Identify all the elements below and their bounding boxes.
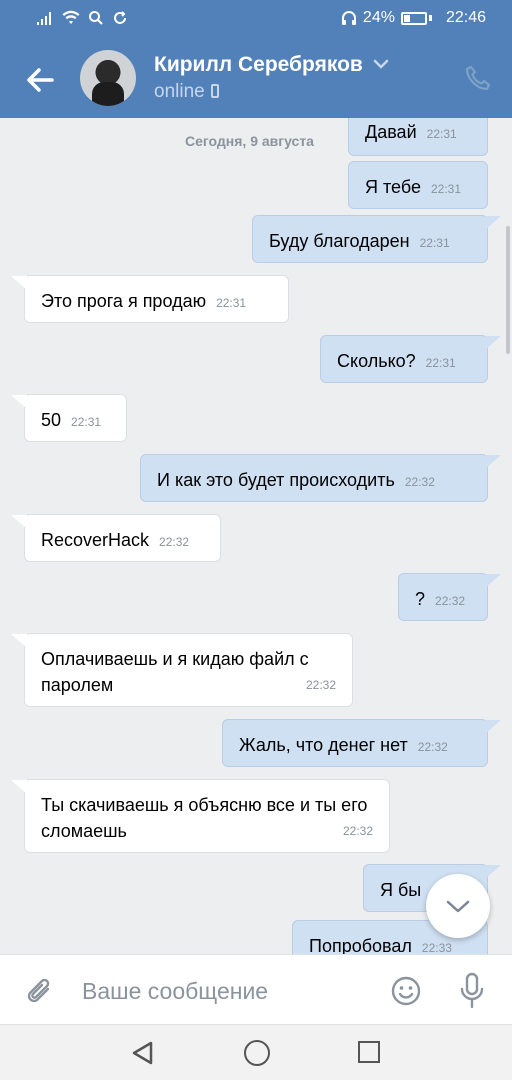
scrollbar[interactable] [506, 226, 510, 354]
chat-header: 24% 22:46 Кирилл Серебряков online [0, 0, 512, 118]
microphone-icon[interactable] [458, 972, 486, 1010]
message-bubble[interactable]: Ты скачиваешь я объясню все и ты его сло… [11, 779, 390, 853]
message-bubble[interactable]: RecoverHack 22:32 [11, 514, 221, 562]
message-list[interactable]: Сегодня, 9 августа Давай 22:31 Я тебе 22:3… [0, 118, 512, 954]
message-time: 22:32 [342, 824, 373, 838]
message-text: ? [415, 589, 426, 609]
system-navigation-bar [0, 1024, 512, 1080]
scroll-down-button[interactable] [426, 874, 490, 938]
message-time: 22:31 [419, 236, 450, 250]
message-text: RecoverHack [41, 530, 150, 550]
phone-icon[interactable] [464, 64, 492, 92]
headphones-icon [341, 11, 356, 25]
avatar[interactable] [80, 50, 136, 106]
message-bubble[interactable]: ? 22:32 [398, 573, 501, 621]
status-text: online [154, 81, 205, 102]
message-time: 22:32 [435, 594, 466, 608]
message-bubble[interactable]: Я тебе 22:31 [348, 161, 488, 209]
wifi-icon [62, 10, 80, 24]
battery-icon [400, 11, 427, 25]
message-text: Жаль, что денег нет [239, 735, 408, 755]
battery-percent: 24% [362, 9, 395, 26]
message-text: Оплачиваешь и я кидаю файл с паролем [41, 649, 309, 695]
message-text: Я тебе [365, 177, 421, 197]
battery-nub [428, 15, 432, 21]
message-bubble[interactable]: Буду благодарен 22:31 [252, 215, 501, 263]
message-text: Ты скачиваешь я объясню все и ты его сло… [41, 795, 368, 841]
emoji-icon[interactable] [390, 975, 422, 1007]
nav-recents-icon[interactable] [358, 1041, 380, 1063]
search-icon [89, 11, 103, 25]
message-text: Буду благодарен [269, 231, 410, 251]
contact-name[interactable]: Кирилл Серебряков [154, 53, 363, 77]
message-time: 22:32 [305, 678, 336, 692]
message-input[interactable] [82, 973, 372, 1009]
paperclip-icon[interactable] [24, 975, 56, 1009]
back-arrow-icon[interactable] [22, 62, 58, 98]
message-text: Попробовал [309, 936, 412, 954]
message-text: Я бы [380, 880, 422, 900]
nav-back-icon[interactable] [130, 1040, 154, 1066]
message-time: 22:31 [71, 415, 102, 429]
chevron-down-icon [446, 900, 470, 913]
message-time: 22:32 [159, 535, 190, 549]
message-text: Давай [365, 122, 417, 142]
message-bubble[interactable]: Сколько? 22:31 [320, 335, 501, 383]
message-text: Сколько? [337, 351, 416, 371]
message-text: 50 [41, 410, 62, 430]
message-bubble[interactable]: Оплачиваешь и я кидаю файл с паролем 22:3… [11, 633, 353, 707]
message-time: 22:31 [425, 356, 456, 370]
message-text: И как это будет происходить [157, 470, 395, 490]
message-time: 22:31 [430, 182, 461, 196]
status-icons-left [36, 10, 128, 26]
message-time: 22:33 [421, 941, 452, 954]
signal-icon [37, 12, 51, 25]
message-time: 22:32 [417, 740, 448, 754]
status-icons-right: 24% 22:46 [341, 9, 486, 27]
date-separator: Сегодня, 9 августа [185, 133, 314, 149]
sync-icon [114, 11, 126, 24]
status-bar: 24% 22:46 [0, 0, 512, 38]
clock: 22:46 [445, 9, 486, 26]
contact-status: online [154, 81, 219, 103]
message-bubble[interactable]: Жаль, что денег нет 22:32 [222, 719, 501, 767]
message-composer [0, 954, 512, 1024]
message-time: 22:32 [404, 475, 435, 489]
message-bubble[interactable]: 50 22:31 [11, 394, 127, 442]
message-bubble[interactable]: Давай 22:31 [348, 118, 488, 156]
message-bubble[interactable]: Это прога я продаю 22:31 [11, 275, 289, 323]
message-bubble[interactable]: И как это будет происходить 22:32 [140, 454, 501, 502]
message-time: 22:31 [426, 127, 457, 141]
chevron-down-icon[interactable] [372, 58, 390, 70]
message-time: 22:31 [216, 296, 247, 310]
message-text: Это прога я продаю [41, 291, 207, 311]
nav-home-icon[interactable] [244, 1040, 270, 1066]
mobile-icon [210, 84, 219, 98]
